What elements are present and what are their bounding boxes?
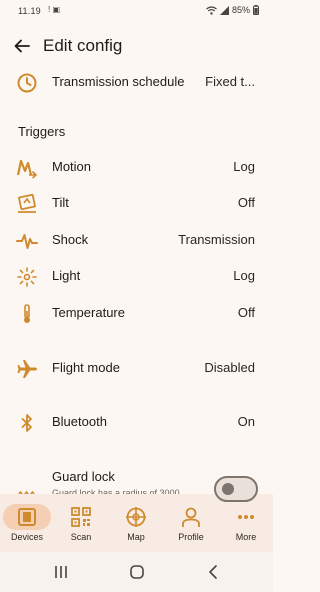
trigger-value: Log — [233, 159, 255, 174]
flight-mode-label: Flight mode — [52, 360, 120, 375]
bluetooth-value: On — [237, 414, 255, 429]
trigger-value: Off — [237, 305, 255, 320]
clock-icon — [17, 73, 37, 93]
back-button[interactable] — [12, 36, 32, 56]
trigger-label: Light — [52, 268, 81, 283]
devices-icon — [18, 508, 36, 526]
bottom-navigation: Devices Scan Map Profile More — [0, 494, 273, 552]
status-time: 11.19 — [18, 6, 41, 16]
trigger-row-shock[interactable]: Shock Transmission — [0, 222, 273, 258]
guard-lock-label: Guard lock — [52, 469, 115, 484]
recents-icon[interactable] — [52, 564, 70, 580]
guard-lock-toggle[interactable] — [214, 476, 258, 502]
nav-profile[interactable]: Profile — [164, 494, 218, 552]
notification-icons: ! ▣ — [48, 5, 61, 14]
battery-percent: 85% — [231, 5, 250, 15]
nav-scan[interactable]: Scan — [54, 494, 108, 552]
motion-icon — [16, 159, 38, 179]
trigger-label: Temperature — [52, 305, 125, 320]
system-back-icon[interactable] — [205, 564, 223, 580]
trigger-label: Motion — [52, 159, 92, 174]
more-icon — [238, 515, 254, 519]
tilt-icon — [18, 193, 36, 213]
transmission-schedule-label: Transmission schedule — [52, 74, 185, 89]
system-navigation-bar — [0, 552, 273, 592]
page-title: Edit config — [43, 36, 123, 55]
trigger-label: Shock — [52, 232, 89, 247]
light-icon — [17, 267, 37, 287]
flight-mode-row[interactable]: Flight mode Disabled — [0, 350, 273, 386]
nav-label: More — [235, 532, 257, 542]
transmission-schedule-row[interactable]: Transmission schedule Fixed t... — [0, 64, 273, 100]
nav-more[interactable]: More — [219, 494, 273, 552]
trigger-value: Transmission — [178, 232, 255, 247]
trigger-row-tilt[interactable]: Tilt Off — [0, 185, 273, 221]
status-right: 85% — [206, 5, 259, 15]
trigger-value: Log — [233, 268, 255, 283]
arrow-back-icon — [14, 39, 30, 53]
nav-label: Devices — [10, 532, 43, 542]
airplane-icon — [17, 360, 37, 378]
trigger-row-temperature[interactable]: Temperature Off — [0, 295, 273, 331]
bluetooth-row[interactable]: Bluetooth On — [0, 404, 273, 440]
home-icon[interactable] — [128, 564, 146, 580]
thermometer-icon — [24, 304, 30, 323]
toggle-knob — [222, 483, 234, 495]
transmission-schedule-value: Fixed t... — [205, 74, 255, 89]
nav-label: Profile — [178, 532, 204, 542]
trigger-row-motion[interactable]: Motion Log — [0, 149, 273, 185]
trigger-label: Tilt — [52, 195, 69, 210]
wifi-icon — [206, 5, 217, 15]
bluetooth-label: Bluetooth — [52, 414, 107, 429]
shock-icon — [16, 234, 38, 249]
status-bar: 11.19 ! ▣ 85% — [0, 0, 273, 24]
nav-label: Map — [127, 532, 145, 542]
bluetooth-icon — [21, 414, 32, 432]
qr-scan-icon — [71, 507, 91, 527]
flight-mode-value: Disabled — [204, 360, 255, 375]
profile-icon — [182, 507, 200, 527]
battery-icon — [253, 5, 259, 15]
nav-label: Scan — [70, 532, 92, 542]
triggers-section-title: Triggers — [18, 124, 66, 139]
signal-icon — [219, 5, 229, 15]
app-header: Edit config — [0, 28, 273, 64]
map-icon — [126, 507, 146, 527]
trigger-row-light[interactable]: Light Log — [0, 258, 273, 294]
nav-devices[interactable]: Devices — [0, 494, 54, 552]
trigger-value: Off — [237, 195, 255, 210]
nav-map[interactable]: Map — [109, 494, 163, 552]
